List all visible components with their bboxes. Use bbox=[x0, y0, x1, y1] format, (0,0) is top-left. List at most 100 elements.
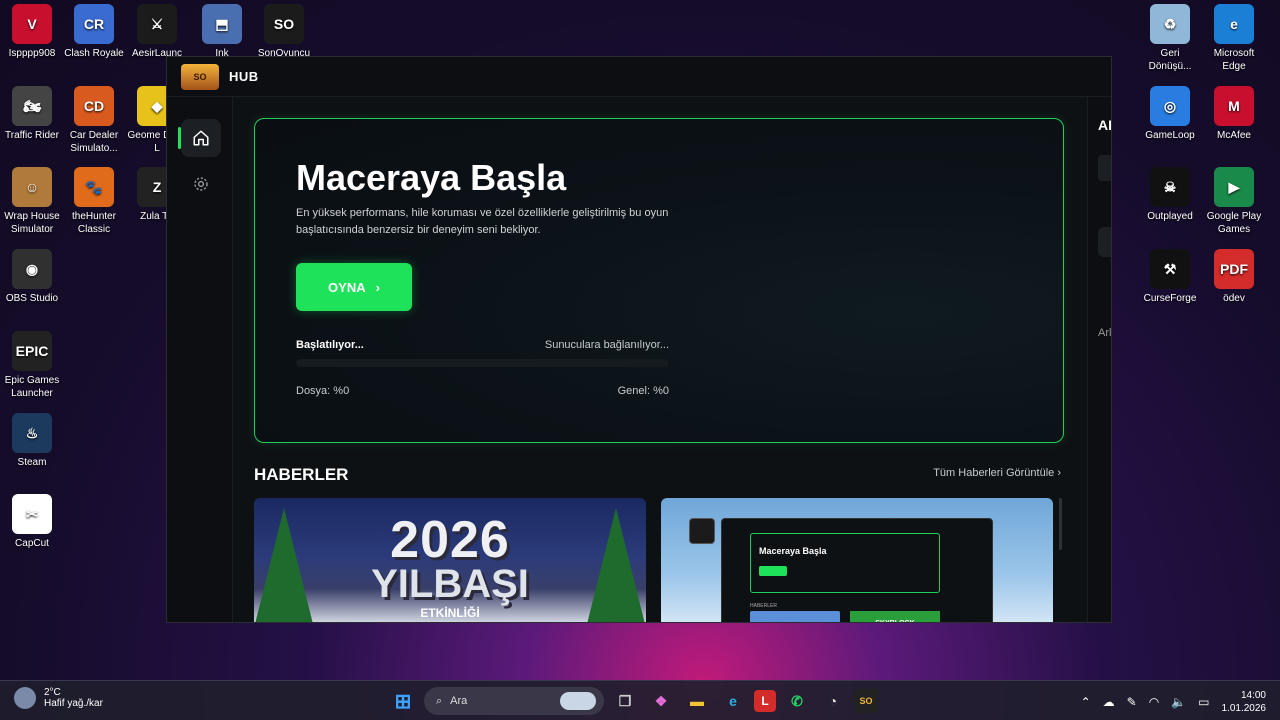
desktop-icon[interactable]: ▶ Google Play Games bbox=[1202, 167, 1266, 236]
desktop-icon-label: CapCut bbox=[15, 538, 49, 549]
weather-icon bbox=[14, 687, 36, 709]
server-status-text: Sunuculara bağlanılıyor... bbox=[544, 339, 669, 351]
desktop-icon-label: Epic Games Launcher bbox=[4, 375, 60, 399]
general-progress-label: Genel: %0 bbox=[617, 385, 669, 397]
taskbar-search[interactable]: ⌕ Ara bbox=[424, 687, 604, 715]
right-panel-field[interactable] bbox=[1098, 155, 1111, 181]
desktop-icon-label: Outplayed bbox=[1147, 211, 1193, 222]
file-explorer-icon[interactable]: ▬ bbox=[682, 686, 712, 716]
chevron-right-icon: › bbox=[375, 279, 380, 295]
desktop-icon[interactable]: e Microsoft Edge bbox=[1202, 4, 1266, 73]
news-scrollbar[interactable] bbox=[1059, 498, 1062, 550]
desktop-icon[interactable]: ☺ Wrap House Simulator bbox=[0, 167, 64, 236]
cloud-icon[interactable]: ☁ bbox=[1103, 695, 1115, 709]
app-icon: SO bbox=[264, 4, 304, 44]
right-panel-search[interactable] bbox=[1098, 227, 1111, 257]
sonoyuncu-taskbar-icon[interactable]: SO bbox=[854, 689, 878, 713]
launch-status-row: Başlatılıyor... Sunuculara bağlanılıyor.… bbox=[296, 339, 669, 351]
desktop-icon[interactable]: CD Car Dealer Simulato... bbox=[62, 86, 126, 155]
desktop-icon[interactable]: M McAfee bbox=[1202, 86, 1266, 142]
progress-labels-row: Dosya: %0 Genel: %0 bbox=[296, 385, 669, 397]
mini-hero: Maceraya Başla bbox=[750, 533, 940, 593]
app-icon: ♨ bbox=[12, 413, 52, 453]
desktop-icon[interactable]: CR Clash Royale bbox=[62, 4, 126, 60]
windows-start-icon[interactable]: ⊞ bbox=[388, 686, 418, 716]
app-icon: ☠ bbox=[1150, 167, 1190, 207]
pen-icon[interactable]: ✎ bbox=[1127, 695, 1137, 709]
desktop-icon[interactable]: ♻ Geri Dönüşü... bbox=[1138, 4, 1202, 73]
desktop-icon[interactable]: ◎ GameLoop bbox=[1138, 86, 1202, 142]
task-view-icon[interactable]: ❐ bbox=[610, 686, 640, 716]
desktop-icon-label: Wrap House Simulator bbox=[4, 211, 60, 235]
desktop-icon[interactable]: V Ispppp908 bbox=[0, 4, 64, 60]
desktop-icon-label: ödev bbox=[1223, 293, 1245, 304]
desktop-icon-label: OBS Studio bbox=[5, 293, 59, 304]
copilot-icon[interactable]: ❖ bbox=[646, 686, 676, 716]
news-card-new-year[interactable]: 2026 YILBAŞI ETKİNLİĞİ bbox=[254, 498, 646, 622]
clock-time: 14:00 bbox=[1240, 690, 1266, 701]
gear-icon bbox=[194, 177, 208, 191]
desktop-icon[interactable]: PDF ödev bbox=[1202, 249, 1266, 305]
weather-widget[interactable]: 2°C Hafif yağ./kar bbox=[14, 687, 103, 709]
desktop-icon[interactable]: EPIC Epic Games Launcher bbox=[0, 331, 64, 400]
hero-title: Maceraya Başla bbox=[296, 157, 567, 198]
desktop-icon-label: Car Dealer Simulato... bbox=[69, 130, 119, 154]
app-icon: ♻ bbox=[1150, 4, 1190, 44]
app-icon: ⚒ bbox=[1150, 249, 1190, 289]
clock-date: 1.01.2026 bbox=[1221, 703, 1267, 714]
weather-text: Hafif yağ./kar bbox=[44, 698, 103, 709]
home-nav-button[interactable] bbox=[178, 119, 221, 157]
mini-news-heading: HABERLER bbox=[750, 603, 777, 609]
app-title: HUB bbox=[229, 69, 259, 84]
app-titlebar: SO HUB bbox=[167, 57, 1111, 97]
mini-skyblock-card: SKYBLOCK bbox=[850, 611, 940, 622]
edge-icon[interactable]: e bbox=[718, 686, 748, 716]
desktop-icon[interactable]: ◉ OBS Studio bbox=[0, 249, 64, 305]
wifi-icon[interactable]: ◠ bbox=[1149, 695, 1159, 709]
l-app-icon[interactable]: L bbox=[754, 690, 776, 712]
desktop-icon[interactable]: ♨ Steam bbox=[0, 413, 64, 469]
right-panel-text: Arl bbox=[1098, 327, 1112, 339]
launcher-screenshot: Maceraya Başla HABERLER SKYBLOCK bbox=[721, 518, 993, 622]
chevron-up-icon[interactable]: ⌃ bbox=[1081, 695, 1091, 709]
news-card-year: 2026 bbox=[390, 511, 510, 569]
desktop-icon[interactable]: ✂ CapCut bbox=[0, 494, 64, 550]
desktop-icon-label: Google Play Games bbox=[1206, 211, 1262, 235]
desktop-icon[interactable]: ⚔ AesirLaunc bbox=[125, 4, 189, 60]
news-heading: HABERLER bbox=[254, 465, 349, 484]
app-icon: EPIC bbox=[12, 331, 52, 371]
taskbar: 2°C Hafif yağ./kar ⊞ ⌕ Ara ❐ ❖ ▬ e L ✆ ◔… bbox=[0, 680, 1280, 720]
desktop-icon-label: Steam bbox=[17, 457, 47, 468]
desktop-icon[interactable]: ☠ Outplayed bbox=[1138, 167, 1202, 223]
settings-nav-button[interactable] bbox=[181, 165, 221, 203]
home-icon bbox=[193, 130, 209, 146]
play-button[interactable]: OYNA › bbox=[296, 263, 412, 311]
app-icon: ◎ bbox=[1150, 86, 1190, 126]
app-icon: 🏍 bbox=[12, 86, 52, 126]
volume-icon[interactable]: 🔈 bbox=[1171, 695, 1186, 709]
mini-play-button bbox=[759, 566, 787, 576]
hero-panel: Maceraya Başla En yüksek performans, hil… bbox=[254, 118, 1064, 443]
desktop-icon-label: Ispppp908 bbox=[8, 48, 56, 59]
app-icon: V bbox=[12, 4, 52, 44]
app-icon: PDF bbox=[1214, 249, 1254, 289]
desktop-icon[interactable]: ⬒ Ink bbox=[190, 4, 254, 60]
view-all-news-link[interactable]: Tüm Haberleri Görüntüle › bbox=[933, 467, 1061, 479]
desktop-icon[interactable]: SO SonOyuncu bbox=[252, 4, 316, 60]
launch-status-text: Başlatılıyor... bbox=[296, 339, 364, 351]
desktop-icon[interactable]: ⚒ CurseForge bbox=[1138, 249, 1202, 305]
whatsapp-icon[interactable]: ✆ bbox=[782, 686, 812, 716]
desktop-icon[interactable]: 🏍 Traffic Rider bbox=[0, 86, 64, 142]
clock[interactable]: 14:00 1.01.2026 bbox=[1222, 689, 1267, 715]
desktop-icon-label: GameLoop bbox=[1145, 130, 1195, 141]
desktop-icon-label: Clash Royale bbox=[64, 48, 124, 59]
app-icon: ▶ bbox=[1214, 167, 1254, 207]
clock-app-icon[interactable]: ◔ bbox=[818, 686, 848, 716]
system-tray: ⌃ ☁ ✎ ◠ 🔈 ▭ 14:00 1.01.2026 bbox=[1081, 689, 1266, 715]
app-icon: e bbox=[1214, 4, 1254, 44]
desktop-icon[interactable]: 🐾 theHunter Classic bbox=[62, 167, 126, 236]
news-card-launcher[interactable]: Maceraya Başla HABERLER SKYBLOCK bbox=[661, 498, 1053, 622]
battery-icon[interactable]: ▭ bbox=[1198, 695, 1209, 709]
app-icon: CD bbox=[74, 86, 114, 126]
file-progress-label: Dosya: %0 bbox=[296, 385, 350, 397]
